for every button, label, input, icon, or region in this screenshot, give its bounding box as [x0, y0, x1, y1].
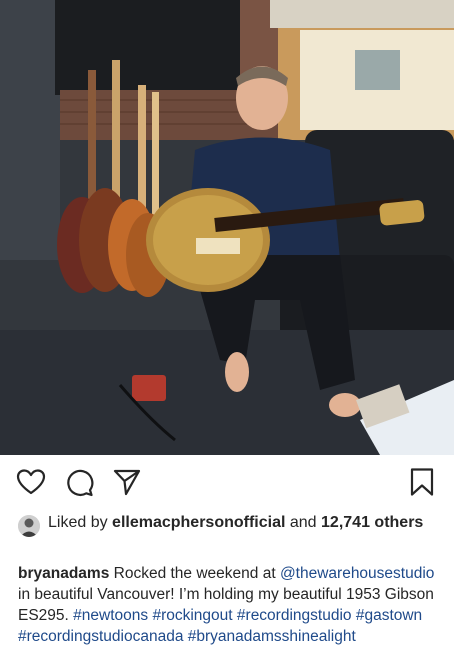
likes-others[interactable]: others: [374, 514, 423, 531]
share-button[interactable]: [110, 465, 144, 499]
liker-username[interactable]: ellemacphersonofficial: [112, 514, 285, 531]
likes-prefix: Liked by: [48, 514, 113, 531]
hashtag-gastown[interactable]: #gastown: [356, 607, 422, 624]
likes-text: Liked by ellemacphersonofficial and 12,7…: [18, 512, 438, 533]
hashtag-recordingstudio[interactable]: #recordingstudio: [237, 607, 352, 624]
post-photo-illustration: [0, 0, 454, 455]
liker-avatar[interactable]: [18, 515, 40, 537]
post-photo[interactable]: [0, 0, 454, 455]
likes-summary: Liked by ellemacphersonofficial and 12,7…: [18, 512, 438, 537]
caption-username[interactable]: bryanadams: [18, 565, 109, 582]
caption-mention[interactable]: @thewarehousestudio: [280, 565, 434, 582]
caption-text-1: Rocked the weekend at: [109, 565, 280, 582]
hashtag-bryanadamsshinealight[interactable]: #bryanadamsshinealight: [188, 628, 356, 645]
heart-icon: [16, 469, 46, 495]
hashtag-rockingout[interactable]: #rockingout: [152, 607, 232, 624]
save-button[interactable]: [405, 465, 439, 499]
comment-button[interactable]: [62, 465, 96, 499]
like-button[interactable]: [14, 465, 48, 499]
likes-count[interactable]: 12,741: [321, 514, 370, 531]
bookmark-icon: [410, 468, 434, 496]
action-bar: [0, 455, 454, 511]
paper-plane-icon: [113, 469, 141, 496]
post-caption: bryanadams Rocked the weekend at @thewar…: [18, 563, 446, 647]
hashtag-recordingstudiocanada[interactable]: #recordingstudiocanada: [18, 628, 183, 645]
likes-joiner: and: [285, 514, 322, 531]
avatar-icon: [18, 515, 40, 537]
hashtag-newtoons[interactable]: #newtoons: [73, 607, 148, 624]
comment-icon: [67, 469, 94, 497]
